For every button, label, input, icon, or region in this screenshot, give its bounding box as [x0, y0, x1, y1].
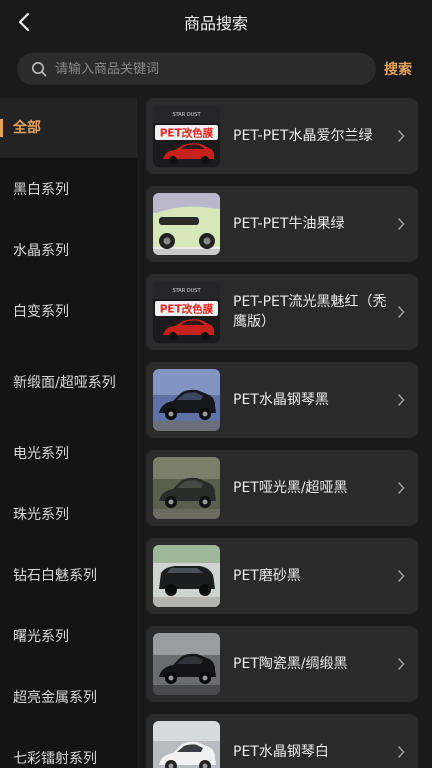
product-title: PET-PET牛油果绿 — [233, 216, 345, 232]
search-icon — [31, 61, 47, 77]
sidebar-item[interactable]: 新缎面/超哑系列 — [0, 342, 137, 423]
product-thumbnail — [153, 545, 220, 607]
sidebar-item-label: 全部 — [13, 120, 41, 136]
product-thumbnail — [153, 193, 220, 255]
chevron-right-icon — [396, 216, 406, 232]
sidebar-item[interactable]: 钻石白魅系列 — [0, 545, 137, 606]
sidebar-item-label: 七彩镭射系列 — [13, 750, 97, 767]
sidebar-item-label: 黑白系列 — [13, 181, 69, 198]
product-card[interactable]: STAR DUST PET改色膜 PET-PET水晶爱尔兰绿 — [146, 98, 418, 174]
page-title: 商品搜索 — [183, 14, 248, 33]
product-title: PET水晶钢琴白 — [233, 744, 329, 760]
chevron-right-icon — [396, 656, 406, 672]
header: 商品搜索 — [0, 0, 432, 44]
product-thumbnail — [153, 369, 220, 431]
sidebar-item[interactable]: 水晶系列 — [0, 220, 137, 281]
search-input[interactable] — [55, 61, 345, 77]
chevron-right-icon — [396, 744, 406, 760]
product-thumbnail — [153, 457, 220, 519]
product-thumbnail — [153, 721, 220, 768]
search-box[interactable] — [17, 53, 376, 85]
product-thumbnail: STAR DUST PET改色膜 — [153, 105, 220, 167]
sidebar-item-label: 水晶系列 — [13, 242, 69, 259]
product-card[interactable]: PET水晶钢琴白 — [146, 714, 418, 768]
sidebar-item-label: 电光系列 — [13, 445, 69, 462]
chevron-right-icon — [396, 128, 406, 144]
sidebar-item[interactable]: 曙光系列 — [0, 606, 137, 667]
poster-brand: STAR DUST — [172, 288, 201, 294]
poster-title: PET改色膜 — [160, 303, 214, 316]
sidebar-item[interactable]: 黑白系列 — [0, 159, 137, 220]
product-card[interactable]: STAR DUST PET改色膜 PET-PET流光黑魅红（秃鹰版） — [146, 274, 418, 350]
poster-title: PET改色膜 — [160, 127, 214, 140]
sidebar-item[interactable]: 电光系列 — [0, 423, 137, 484]
chevron-right-icon — [396, 480, 406, 496]
product-card[interactable]: PET哑光黑/超哑黑 — [146, 450, 418, 526]
sidebar-item[interactable]: 白变系列 — [0, 281, 137, 342]
product-title: PET-PET水晶爱尔兰绿 — [233, 128, 373, 144]
product-thumbnail: STAR DUST PET改色膜 — [153, 281, 220, 343]
search-button[interactable]: 搜索 — [384, 59, 412, 79]
product-title: PET水晶钢琴黑 — [233, 392, 329, 408]
sidebar-item-label: 钻石白魅系列 — [13, 567, 97, 584]
sidebar-item-label: 新缎面/超哑系列 — [13, 374, 116, 391]
sidebar-item[interactable]: 超亮金属系列 — [0, 667, 137, 728]
sidebar-item[interactable]: 全部 — [0, 98, 137, 158]
sidebar-item-label: 白变系列 — [13, 303, 69, 320]
product-card[interactable]: PET磨砂黑 — [146, 538, 418, 614]
chevron-right-icon — [396, 304, 406, 320]
chevron-right-icon — [396, 568, 406, 584]
product-thumbnail — [153, 633, 220, 695]
product-list: STAR DUST PET改色膜 PET-PET水晶爱尔兰绿 PET-PET牛油… — [137, 98, 432, 768]
sidebar-item-label: 珠光系列 — [13, 506, 69, 523]
product-card[interactable]: PET-PET牛油果绿 — [146, 186, 418, 262]
sidebar-item-label: 超亮金属系列 — [13, 689, 97, 706]
poster-brand: STAR DUST — [172, 112, 201, 118]
product-title: PET陶瓷黑/绸缎黑 — [233, 656, 348, 672]
product-card[interactable]: PET陶瓷黑/绸缎黑 — [146, 626, 418, 702]
product-title: PET-PET流光黑魅红（秃鹰版） — [233, 294, 387, 330]
chevron-right-icon — [396, 392, 406, 408]
sidebar-item[interactable]: 七彩镭射系列 — [0, 728, 137, 768]
product-title: PET磨砂黑 — [233, 568, 301, 584]
sidebar-item[interactable]: 珠光系列 — [0, 484, 137, 545]
product-title: PET哑光黑/超哑黑 — [233, 480, 348, 496]
sidebar-item-label: 曙光系列 — [13, 628, 69, 645]
category-sidebar: 全部黑白系列水晶系列白变系列新缎面/超哑系列 电光系列珠光系列钻石白魅系列 曙光系列… — [0, 98, 137, 768]
product-card[interactable]: PET水晶钢琴黑 — [146, 362, 418, 438]
search-bar: 搜索 — [0, 50, 432, 88]
